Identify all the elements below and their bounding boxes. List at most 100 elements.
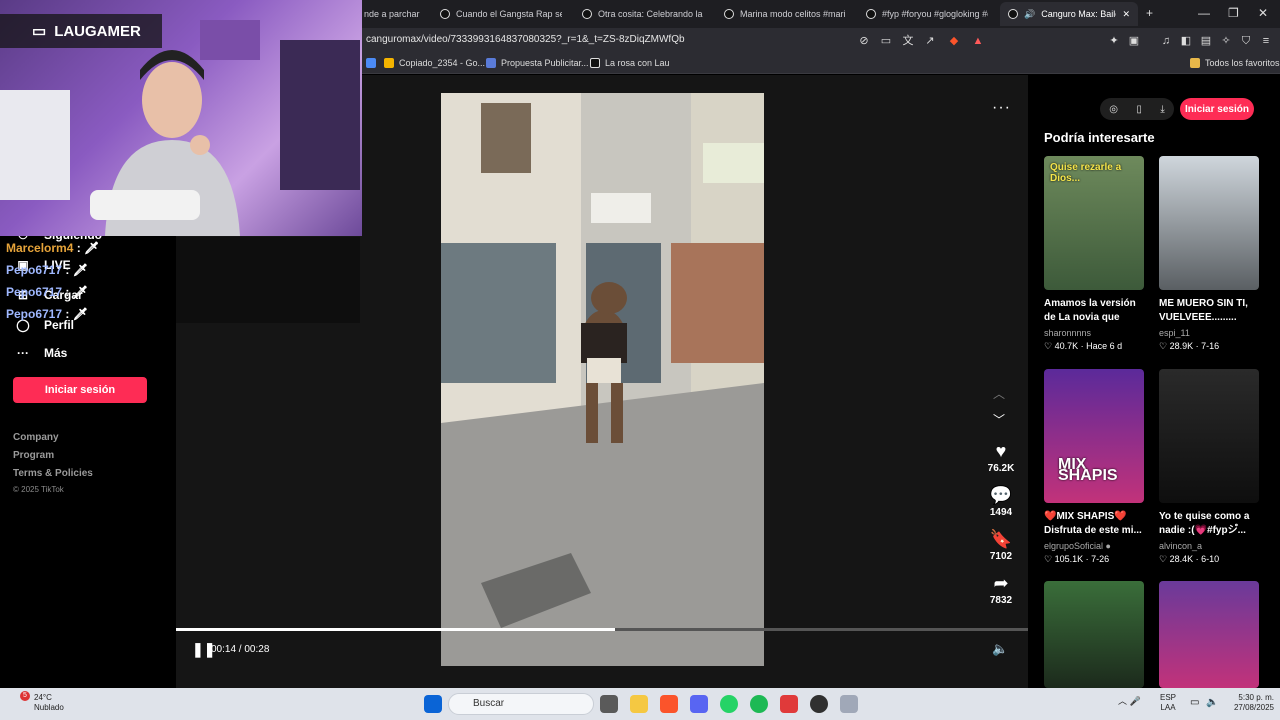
tab-5[interactable]: #fyp #foryou #glogloking #em: [858, 2, 996, 26]
compass-icon[interactable]: ◎: [1109, 104, 1118, 115]
tiktok-icon: [866, 9, 876, 19]
extensions-icon[interactable]: ✦: [1106, 33, 1122, 49]
doc-icon: [486, 58, 496, 68]
streaming-app-icon[interactable]: [780, 695, 798, 713]
bookmark-apps[interactable]: [366, 58, 376, 68]
brave-browser-icon[interactable]: [660, 695, 678, 713]
tiktok-icon: [724, 9, 734, 19]
comment-action[interactable]: 💬 1494: [982, 485, 1020, 518]
right-toolbar: ◎ ▯ ⤓: [1100, 98, 1174, 120]
rec-card[interactable]: MIX SHAPIS ❤️MIX SHAPIS❤️ Disfruta de es…: [1044, 369, 1144, 565]
rec-thumbnail[interactable]: [1159, 581, 1259, 688]
progress-fill: [176, 628, 615, 631]
next-video-button[interactable]: ﹀: [993, 411, 1005, 428]
speaker-icon[interactable]: 🔈: [1206, 697, 1218, 708]
close-tab-icon[interactable]: ✕: [1122, 9, 1130, 20]
rec-thumbnail[interactable]: [1044, 581, 1144, 688]
translate-icon[interactable]: 文: [900, 33, 916, 49]
url-field[interactable]: canguromax/video/7333993164837080325?_r=…: [366, 34, 685, 45]
heart-icon[interactable]: ♥: [982, 441, 1020, 463]
taskbar-search[interactable]: Buscar: [448, 693, 594, 715]
vpn-icon[interactable]: ⛉: [1238, 33, 1254, 49]
whatsapp-icon[interactable]: [720, 695, 738, 713]
chat-message: Marcelorm4 : 🗡: [6, 241, 100, 255]
rec-card[interactable]: [1159, 581, 1259, 688]
save-count: 7102: [989, 551, 1013, 562]
wallet-icon[interactable]: ▤: [1198, 33, 1214, 49]
language-indicator[interactable]: ESP LAA: [1160, 693, 1176, 713]
tab-1[interactable]: nde a parchar e: [356, 2, 428, 26]
close-window-button[interactable]: ✕: [1258, 6, 1268, 20]
weather-widget[interactable]: 24°C Nublado: [18, 693, 64, 713]
task-view-icon[interactable]: [600, 695, 618, 713]
video-time: 00:14 / 00:28: [211, 644, 270, 655]
rec-card[interactable]: [1044, 581, 1144, 688]
chat-message: Pepo6717 : 🗡: [6, 307, 88, 321]
video-progress-bar[interactable]: [176, 628, 1028, 631]
tab-active[interactable]: 🔊Canguro Max: Baile Ch✕: [1000, 2, 1138, 26]
rec-thumbnail[interactable]: Quise rezarle a Dios...: [1044, 156, 1144, 290]
windows-start-icon[interactable]: [424, 695, 442, 713]
cast-icon[interactable]: ▭: [878, 33, 894, 49]
footer-program[interactable]: Program: [13, 450, 54, 461]
volume-icon[interactable]: 🔈: [992, 641, 1008, 657]
menu-icon[interactable]: ≡: [1258, 33, 1274, 49]
new-tab-button[interactable]: +: [1146, 6, 1153, 20]
video-scene: [441, 93, 764, 666]
login-button[interactable]: Iniciar sesión: [13, 377, 147, 403]
file-explorer-icon[interactable]: [630, 695, 648, 713]
sidebar-item-more[interactable]: ··· Más: [16, 346, 67, 360]
comment-icon[interactable]: 💬: [982, 485, 1020, 507]
share-arrow-icon[interactable]: ➦: [982, 573, 1020, 595]
media-icon[interactable]: ♫: [1158, 33, 1174, 49]
rec-card[interactable]: Yo te quise como a nadie :(💗#fypシ゚... al…: [1159, 369, 1259, 565]
minimize-button[interactable]: —: [1198, 6, 1210, 20]
network-icon[interactable]: ▭: [1190, 697, 1199, 708]
comment-count: 1494: [989, 507, 1013, 518]
brave-shield-icon[interactable]: ◆: [946, 33, 962, 49]
footer-terms[interactable]: Terms & Policies: [13, 468, 93, 479]
sword-emote-icon: 🗡: [72, 263, 88, 277]
rec-thumbnail[interactable]: [1159, 369, 1259, 503]
leo-ai-icon[interactable]: ✧: [1218, 33, 1234, 49]
more-options-button[interactable]: ···: [992, 99, 1011, 117]
no-translate-icon[interactable]: ⊘: [856, 33, 872, 49]
bookmark-la-rosa[interactable]: La rosa con Lau: [590, 58, 670, 68]
rec-thumbnail[interactable]: MIX SHAPIS: [1044, 369, 1144, 503]
save-action[interactable]: 🔖 7102: [982, 529, 1020, 562]
footer-company[interactable]: Company: [13, 432, 59, 443]
obs-icon[interactable]: [810, 695, 828, 713]
reading-list-icon[interactable]: ◧: [1178, 33, 1194, 49]
tab-4[interactable]: Marina modo celitos #marina: [716, 2, 854, 26]
apps-icon: [366, 58, 376, 68]
sidebar-panel-icon[interactable]: ▣: [1126, 33, 1142, 49]
rec-card[interactable]: Quise rezarle a Dios... Amamos la versió…: [1044, 156, 1144, 352]
previous-video-button[interactable]: ︿: [993, 385, 1005, 402]
bookmark-copiado[interactable]: Copiado_2354 - Go...: [384, 58, 485, 68]
share-action[interactable]: ➦ 7832: [982, 573, 1020, 606]
system-tray[interactable]: ︿ 🎤: [1118, 694, 1141, 707]
tab-2[interactable]: Cuando el Gangsta Rap se En: [432, 2, 570, 26]
discord-icon[interactable]: [690, 695, 708, 713]
maximize-button[interactable]: ❐: [1228, 6, 1239, 20]
share-icon[interactable]: ↗: [922, 33, 938, 49]
rec-card[interactable]: ME MUERO SIN TI, VUELVEEE......... espi_…: [1159, 156, 1259, 352]
phone-icon[interactable]: ▯: [1136, 104, 1142, 115]
audio-icon[interactable]: 🔊: [1024, 9, 1035, 20]
bookmark-all[interactable]: Todos los favoritos: [1190, 58, 1280, 68]
sword-emote-icon: 🗡: [84, 241, 100, 255]
snipping-tool-icon[interactable]: [840, 695, 858, 713]
bookmark-propuesta[interactable]: Propuesta Publicitar...: [486, 58, 589, 68]
chat-message: Pepo6717 : 🗡: [6, 263, 88, 277]
brave-rewards-icon[interactable]: ▲: [970, 33, 986, 49]
spotify-icon[interactable]: [750, 695, 768, 713]
bookmark-icon[interactable]: 🔖: [982, 529, 1020, 551]
video-frame[interactable]: [441, 93, 764, 666]
download-icon[interactable]: ⤓: [1160, 104, 1164, 115]
tab-3[interactable]: Otra cosita: Celebrando la cult: [574, 2, 712, 26]
login-button-top[interactable]: Iniciar sesión: [1180, 98, 1254, 120]
tiktok-icon: [1008, 9, 1018, 19]
rec-thumbnail[interactable]: [1159, 156, 1259, 290]
taskbar-clock[interactable]: 5:30 p. m. 27/08/2025: [1222, 693, 1274, 713]
like-action[interactable]: ♥ 76.2K: [982, 441, 1020, 474]
